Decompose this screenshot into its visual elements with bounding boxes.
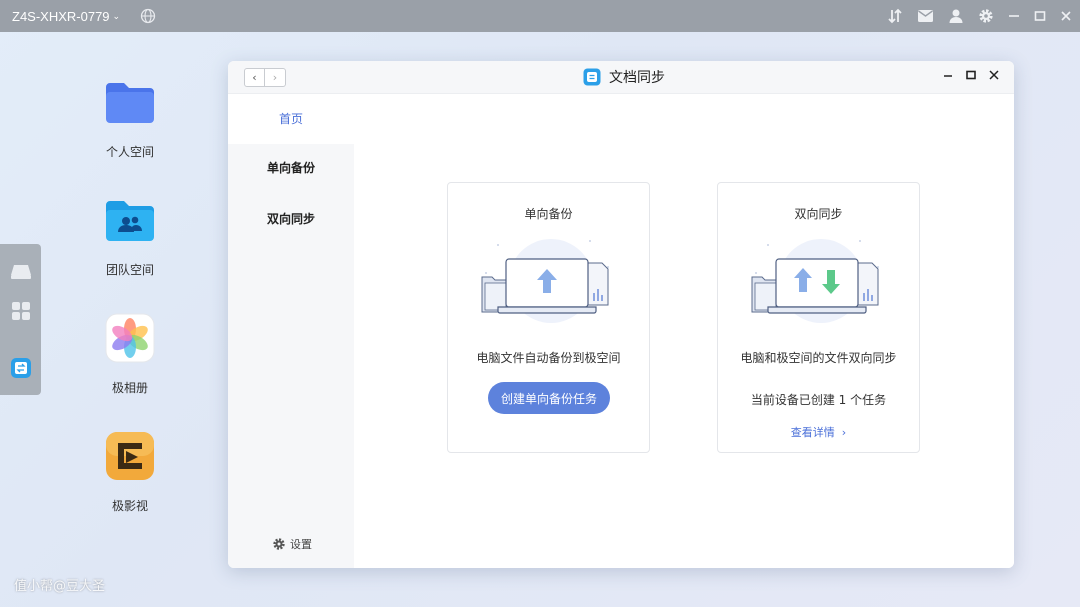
minimize-icon[interactable]: [1008, 10, 1020, 22]
photos-icon: [105, 313, 155, 363]
window-title: 文档同步: [609, 70, 665, 86]
team-folder-icon: [106, 201, 154, 241]
card-title: 单向备份: [524, 207, 573, 221]
close-icon[interactable]: [1060, 10, 1072, 22]
sidebar-item-one-way-backup[interactable]: 单向备份: [228, 156, 354, 180]
task-status-text: 当前设备已创建 1 个任务: [750, 393, 887, 407]
doc-sync-app-icon: [583, 68, 601, 86]
desktop-item-label: 团队空间: [105, 263, 154, 277]
transfer-icon[interactable]: [887, 8, 903, 24]
settings-label: 设置: [290, 538, 312, 551]
folder-icon: [106, 83, 154, 123]
main-content: 单向备份 电脑文件自动备份到极空间 创建单向备份任务 双向同步 电脑和极空间的文…: [354, 94, 1014, 568]
doc-sync-window: ‹ › 文档同步 首页 单向备份 双向同步 设置 单向备份 电脑文件自动备份到极…: [228, 61, 1014, 568]
card-title: 双向同步: [794, 207, 843, 221]
view-details-link[interactable]: 查看详情 ›: [718, 424, 919, 440]
close-icon[interactable]: [988, 69, 1000, 81]
apps-icon[interactable]: [10, 300, 32, 322]
desktop-item-photos[interactable]: 极相册: [80, 311, 180, 396]
video-icon: [106, 432, 154, 480]
left-dock: [0, 244, 41, 395]
backup-illustration-icon: [481, 239, 609, 323]
globe-icon[interactable]: [140, 8, 156, 24]
settings-button[interactable]: 设置: [272, 536, 312, 552]
sync-illustration-icon: [751, 239, 879, 323]
settings-icon[interactable]: [978, 8, 994, 24]
doc-sync-app-icon[interactable]: [10, 357, 32, 379]
desktop-item-label: 极影视: [111, 499, 148, 513]
chevron-down-icon: ⌄: [112, 10, 121, 21]
sidebar-item-home[interactable]: 首页: [228, 94, 354, 144]
watermark: 值小帮@豆大圣: [14, 579, 106, 594]
create-one-way-backup-button[interactable]: 创建单向备份任务: [488, 382, 610, 414]
gear-icon: [273, 538, 285, 550]
mail-icon[interactable]: [917, 9, 934, 23]
maximize-icon[interactable]: [965, 69, 977, 81]
desktop-item-label: 极相册: [111, 381, 148, 395]
one-way-backup-card: 单向备份 电脑文件自动备份到极空间 创建单向备份任务: [447, 182, 650, 453]
minimize-icon[interactable]: [942, 69, 954, 81]
window-titlebar[interactable]: ‹ › 文档同步: [228, 61, 1014, 94]
forward-button[interactable]: ›: [265, 68, 286, 87]
user-icon[interactable]: [948, 8, 964, 24]
card-description: 电脑和极空间的文件双向同步: [740, 351, 897, 365]
device-selector[interactable]: Z4S-XHXR-0779 ⌄: [12, 9, 120, 24]
sidebar-item-two-way-sync[interactable]: 双向同步: [228, 207, 354, 231]
maximize-icon[interactable]: [1034, 10, 1046, 22]
back-button[interactable]: ‹: [244, 68, 265, 87]
chevron-right-icon: ›: [838, 426, 847, 439]
desktop-item-team-space[interactable]: 团队空间: [80, 193, 180, 278]
top-bar: Z4S-XHXR-0779 ⌄: [0, 0, 1080, 32]
two-way-sync-card: 双向同步 电脑和极空间的文件双向同步 当前设备已创建 1 个任务 查看详情 ›: [717, 182, 920, 453]
sidebar: 首页 单向备份 双向同步 设置: [228, 94, 354, 568]
desktop-item-personal-space[interactable]: 个人空间: [80, 75, 180, 160]
desktop-item-label: 个人空间: [105, 145, 154, 159]
drive-icon[interactable]: [10, 260, 32, 282]
desktop-item-video[interactable]: 极影视: [80, 429, 180, 514]
view-details-label: 查看详情: [790, 426, 835, 439]
card-description: 电脑文件自动备份到极空间: [476, 351, 621, 365]
device-name: Z4S-XHXR-0779: [12, 8, 110, 24]
